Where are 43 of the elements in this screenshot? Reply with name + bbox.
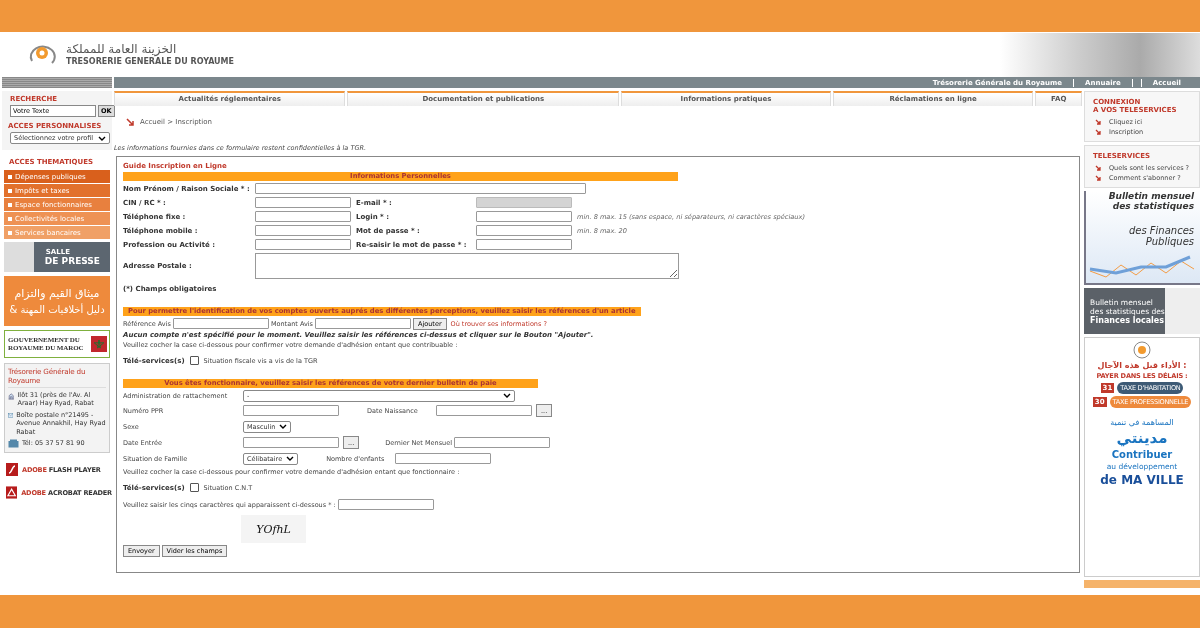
date-field[interactable]	[436, 405, 532, 416]
envelope-icon	[8, 410, 14, 420]
input-field[interactable]	[315, 318, 411, 329]
captcha-field[interactable]	[337, 499, 434, 510]
arrow-icon	[1095, 119, 1101, 125]
input-field[interactable]	[172, 318, 269, 329]
separator	[1073, 78, 1075, 87]
building-icon	[8, 391, 15, 402]
caret-icon	[503, 393, 511, 398]
input-field[interactable]	[395, 453, 492, 464]
input-field[interactable]	[476, 225, 572, 236]
phone-icon	[8, 439, 19, 449]
arrow-icon	[1095, 175, 1101, 181]
address-field[interactable]	[255, 253, 679, 279]
bullet-icon	[8, 174, 12, 179]
arrow-icon	[126, 118, 134, 126]
acrobat-logo-icon	[6, 486, 18, 500]
input-field[interactable]	[255, 225, 351, 236]
input-field[interactable]	[255, 239, 351, 250]
caret-icon	[286, 456, 295, 461]
date-field[interactable]	[243, 437, 339, 448]
flash-logo-icon	[6, 463, 18, 477]
bullet-icon	[8, 202, 12, 207]
logo-arabic-text: الخزينة العامة للمملكة	[66, 43, 177, 57]
checkbox[interactable]	[189, 483, 199, 492]
logo-text: TRESORERIE GENERALE DU ROYAUME	[66, 56, 235, 66]
input-field[interactable]	[476, 211, 572, 222]
input-field[interactable]	[454, 437, 551, 448]
input-field[interactable]	[476, 239, 572, 250]
captcha-image: YOfhL	[241, 515, 306, 543]
input-field[interactable]	[255, 197, 351, 208]
bullet-icon	[8, 230, 12, 235]
caret-icon	[98, 135, 106, 141]
arrow-icon	[1095, 165, 1101, 171]
bullet-icon	[8, 188, 12, 193]
input-field[interactable]	[255, 183, 586, 194]
input-field[interactable]	[243, 405, 339, 416]
caret-icon	[279, 424, 288, 429]
statistics-banner[interactable]: Bulletin mensuel des statistiques des Finances Publiques	[1084, 191, 1200, 285]
checkbox[interactable]	[189, 356, 199, 365]
bullet-icon	[8, 216, 12, 221]
input-field[interactable]	[255, 211, 351, 222]
arrow-icon	[1095, 129, 1101, 135]
